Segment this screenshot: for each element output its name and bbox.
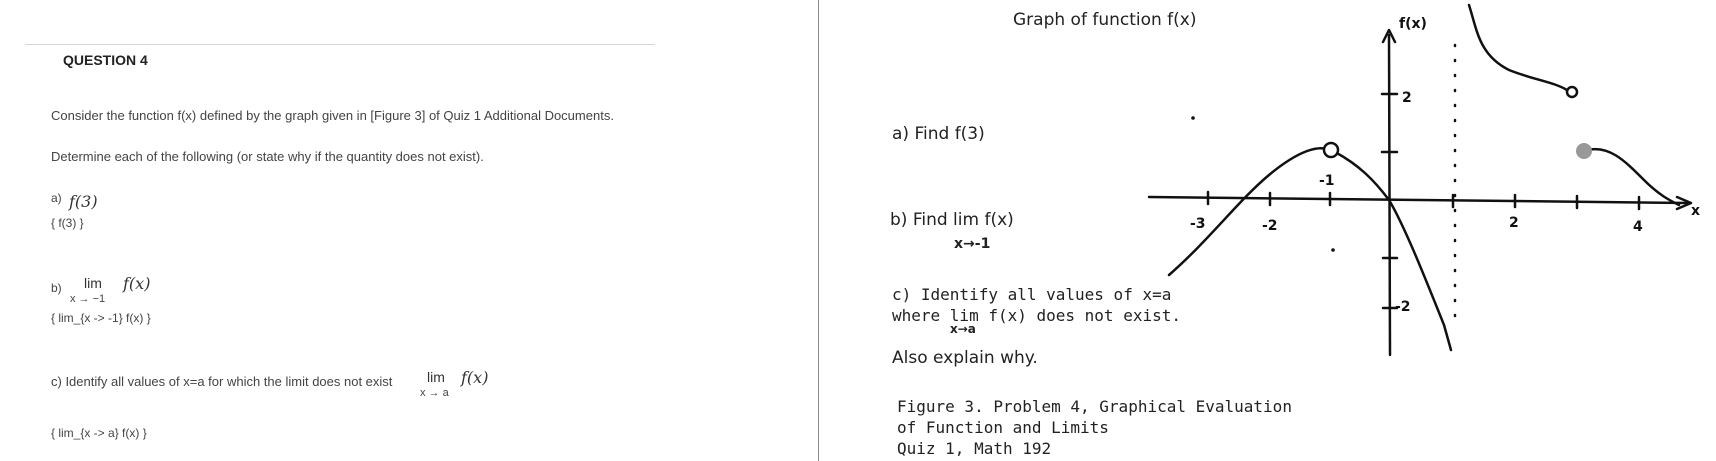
curve-left-falling: [1333, 150, 1453, 352]
question-panel: QUESTION 4 Consider the function f(x) de…: [0, 0, 818, 461]
question-intro: Consider the function f(x) defined by th…: [51, 108, 614, 123]
part-a-expr: f(3): [69, 192, 98, 211]
stray-dot: [1191, 116, 1195, 120]
x-axis: [1147, 195, 1691, 205]
part-b-expr: f(x): [123, 274, 151, 293]
part-c-text: c) Identify all values of x=a for which …: [51, 374, 393, 389]
x-tick-label: -2: [1262, 218, 1278, 234]
part-c-subscript: x → a: [420, 387, 449, 399]
y-tick-label: 2: [1402, 90, 1412, 106]
divider-line: [25, 44, 655, 45]
question-title: QUESTION 4: [63, 52, 148, 68]
curve-right-lower: [1585, 147, 1681, 207]
part-a-label: a): [51, 191, 62, 205]
x-tick-label: -3: [1190, 216, 1206, 232]
open-circle-at-3-upper: [1565, 85, 1579, 99]
curve-right-upper: [1467, 3, 1569, 92]
stray-dot: [1331, 248, 1335, 252]
part-a-answer-field[interactable]: { f(3) }: [51, 216, 84, 230]
x-tick-label: 2: [1509, 215, 1519, 231]
y-tick-label: -2: [1395, 299, 1411, 315]
x-tick-label: -1: [1319, 173, 1335, 189]
part-c-answer-field[interactable]: { lim_{x -> a} f(x) }: [51, 426, 147, 440]
figure-panel: Graph of function f(x) a) Find f(3) b) F…: [819, 0, 1716, 461]
question-instruction: Determine each of the following (or stat…: [51, 149, 484, 164]
function-graph: f(x) x -3 -2 -1 2 4 2 -2: [1147, 3, 1700, 357]
part-b-lim: lim: [84, 275, 102, 291]
x-tick-label: 4: [1633, 219, 1643, 235]
part-b-label: b): [51, 281, 62, 295]
curve-left-rising: [1167, 147, 1331, 277]
part-c-lim: lim: [427, 369, 445, 385]
open-circle-at-minus1: [1322, 141, 1340, 159]
part-b-subscript: x → −1: [70, 293, 106, 305]
filled-point-at-3: [1576, 143, 1592, 159]
y-axis-label: f(x): [1399, 16, 1427, 32]
part-c-expr: f(x): [461, 368, 489, 387]
x-axis-label: x: [1691, 203, 1700, 219]
part-b-answer-field[interactable]: { lim_{x -> -1} f(x) }: [51, 311, 151, 325]
